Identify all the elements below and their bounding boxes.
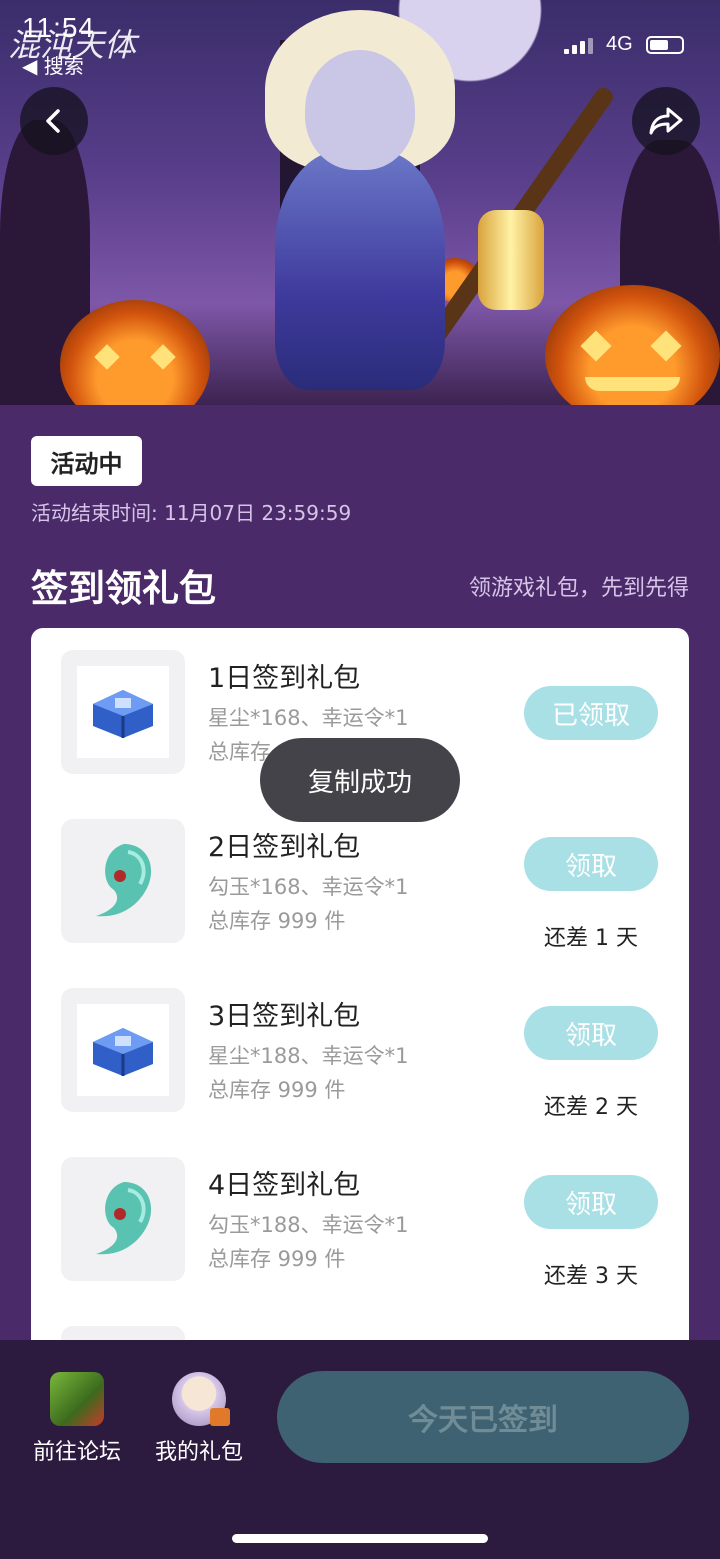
my-gifts-link[interactable]: 我的礼包 xyxy=(144,1372,254,1466)
share-button[interactable] xyxy=(632,87,700,155)
gift-row: 3日签到礼包 星尘*188、幸运令*1 总库存 999 件 领取 还差 2 天 xyxy=(31,966,689,1120)
status-time: 11:54 xyxy=(22,12,95,43)
gift-name: 4日签到礼包 xyxy=(208,1170,361,1201)
claim-button[interactable]: 领取 xyxy=(524,1175,658,1229)
section-subtitle: 领游戏礼包，先到先得 xyxy=(468,576,689,601)
days-remaining: 还差 2 天 xyxy=(544,1095,638,1120)
back-button[interactable] xyxy=(20,87,88,155)
gift-contents: 星尘*188、幸运令*1 xyxy=(208,1044,409,1068)
gift-contents: 勾玉*188、幸运令*1 xyxy=(208,1213,409,1237)
my-gifts-label: 我的礼包 xyxy=(154,1440,243,1465)
activity-end-time: 活动结束时间: 11月07日 23:59:59 xyxy=(31,501,352,525)
chevron-left-icon xyxy=(46,109,60,133)
gift-stock: 总库存 999 件 xyxy=(208,909,346,933)
my-gifts-avatar-icon xyxy=(172,1372,230,1426)
copy-success-toast: 复制成功 xyxy=(260,738,460,822)
jade-magatama-icon xyxy=(96,1182,152,1255)
forum-label: 前往论坛 xyxy=(32,1440,121,1465)
claim-button[interactable]: 领取 xyxy=(524,1006,658,1060)
blue-chest-icon xyxy=(93,1028,153,1076)
gift-thumbnail xyxy=(61,650,185,774)
lantern xyxy=(478,210,544,310)
back-to-search-link[interactable]: ◀ 搜索 xyxy=(22,50,84,79)
gift-stock: 总库存 999 件 xyxy=(208,1078,346,1102)
gift-name: 1日签到礼包 xyxy=(208,663,361,694)
battery-icon xyxy=(646,36,684,54)
days-remaining: 还差 3 天 xyxy=(544,1264,638,1289)
character-body xyxy=(275,150,445,390)
section-title: 签到领礼包 xyxy=(31,567,216,610)
blue-chest-icon xyxy=(93,690,153,738)
gift-stock: 总库存 999 件 xyxy=(208,1247,346,1271)
forum-game-icon xyxy=(50,1372,104,1426)
gift-box-icon xyxy=(210,1408,230,1426)
gift-name: 3日签到礼包 xyxy=(208,1001,361,1032)
activity-status-badge: 活动中 xyxy=(31,436,142,486)
gift-contents: 勾玉*168、幸运令*1 xyxy=(208,875,409,899)
days-remaining: 还差 1 天 xyxy=(544,926,638,951)
gift-thumbnail xyxy=(61,1157,185,1281)
claim-button[interactable]: 领取 xyxy=(524,837,658,891)
signal-icon xyxy=(564,38,594,54)
gift-thumbnail xyxy=(61,819,185,943)
signed-in-today-button[interactable]: 今天已签到 xyxy=(277,1371,689,1463)
gift-contents: 星尘*168、幸运令*1 xyxy=(208,706,409,730)
gift-name: 2日签到礼包 xyxy=(208,832,361,863)
home-indicator xyxy=(232,1534,488,1543)
gift-thumbnail xyxy=(61,988,185,1112)
jade-magatama-icon xyxy=(96,844,152,917)
gift-row: 4日签到礼包 勾玉*188、幸运令*1 总库存 999 件 领取 还差 3 天 xyxy=(31,1135,689,1289)
network-type: 4G xyxy=(606,33,633,55)
character-head xyxy=(305,50,415,170)
claimed-button[interactable]: 已领取 xyxy=(524,686,658,740)
hero-banner: 混沌天体 11:54 ◀ 搜索 4G xyxy=(0,0,720,405)
share-arrow-icon xyxy=(649,107,683,135)
forum-link[interactable]: 前往论坛 xyxy=(22,1372,132,1466)
